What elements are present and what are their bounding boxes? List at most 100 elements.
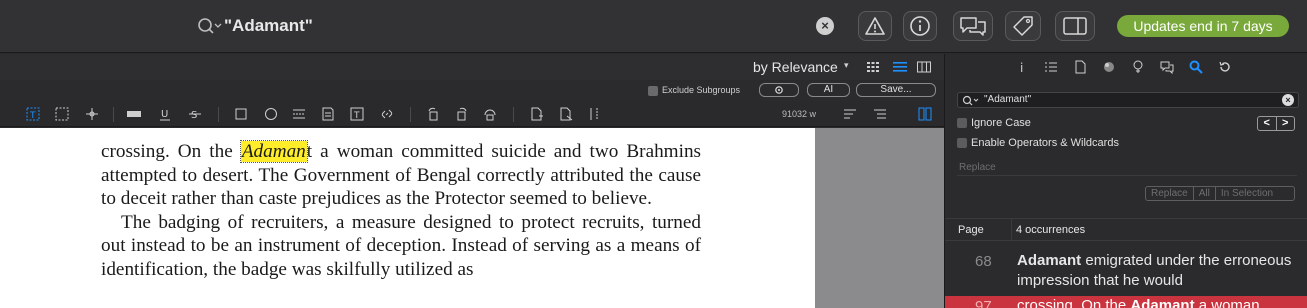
exclude-subgroups-checkbox[interactable]: [648, 86, 658, 96]
svg-text:T: T: [353, 111, 360, 121]
strikethrough-icon[interactable]: S: [188, 107, 202, 121]
rotate-right-icon[interactable]: [455, 107, 469, 121]
clear-find-button[interactable]: ×: [1282, 94, 1294, 106]
result-match: Adamant: [1130, 297, 1195, 308]
color-icon[interactable]: [1102, 60, 1116, 74]
find-navigation: < >: [1257, 116, 1295, 131]
clear-search-button[interactable]: ×: [816, 17, 834, 35]
warning-icon: [865, 17, 885, 35]
rectangle-icon[interactable]: [234, 107, 248, 121]
result-snippet: crossing. On the Adamant a woman: [1017, 296, 1299, 308]
previous-match-button[interactable]: <: [1258, 117, 1276, 130]
note-icon[interactable]: [321, 107, 335, 121]
replace-all-button[interactable]: All: [1192, 187, 1215, 200]
text-select-icon[interactable]: T: [26, 107, 40, 121]
info-icon: [910, 16, 930, 36]
result-page: 97: [975, 298, 992, 308]
operators-option[interactable]: Enable Operators & Wildcards: [957, 137, 1119, 151]
tag-icon: [1013, 16, 1033, 36]
results-header: Page 4 occurrences: [945, 218, 1307, 241]
align-icon[interactable]: [873, 107, 887, 121]
svg-text:i: i: [1020, 61, 1023, 74]
ignore-case-checkbox[interactable]: [957, 118, 967, 129]
result-row-selected[interactable]: 97 crossing. On the Adamant a woman: [945, 296, 1307, 308]
underline-icon[interactable]: U: [158, 107, 172, 121]
results-page-column: Page: [958, 224, 984, 236]
info-button[interactable]: [903, 11, 937, 41]
title-bar: "Adamant" × Updates end in 7 days: [0, 0, 1307, 53]
move-icon[interactable]: [85, 107, 99, 121]
save-search-button[interactable]: Save...: [856, 83, 936, 97]
search-icon[interactable]: [197, 16, 223, 36]
circle-icon[interactable]: [264, 107, 278, 121]
list-view-icon[interactable]: [893, 61, 907, 73]
para1-before: crossing. On the: [101, 141, 241, 162]
exclude-subgroups-label: Exclude Subgroups: [662, 85, 741, 95]
comments-icon[interactable]: [1160, 60, 1174, 74]
split-icon[interactable]: [587, 107, 601, 121]
column-divider: [1011, 219, 1012, 241]
result-snippet: Adamant emigrated under the erroneous im…: [1017, 251, 1299, 291]
para2: The badging of recruiters, a measure des…: [101, 211, 701, 280]
inspector-panel: i "Adamant" × Ignore Case < > Enable Ope…: [944, 54, 1307, 308]
flip-icon[interactable]: [483, 107, 497, 121]
toolbar-divider: [113, 107, 114, 122]
replace-button-group: Replace All In Selection: [1145, 186, 1295, 201]
lines-icon[interactable]: [292, 107, 306, 121]
result-row[interactable]: 68 Adamant emigrated under the erroneous…: [945, 251, 1307, 295]
sidebar-icon: [1063, 17, 1087, 35]
document-text[interactable]: crossing. On the Adamant a woman committ…: [101, 140, 701, 281]
textbox-icon[interactable]: T: [350, 107, 364, 121]
link-icon[interactable]: [380, 107, 394, 121]
columns-view-icon[interactable]: [917, 61, 931, 73]
result-page: 68: [975, 253, 992, 270]
page-margin: [815, 128, 944, 308]
result-context: a woman: [1194, 297, 1260, 308]
result-match: Adamant: [1017, 252, 1082, 269]
replace-in-selection-button[interactable]: In Selection: [1214, 187, 1278, 200]
toc-icon[interactable]: [1044, 60, 1058, 74]
search-settings-button[interactable]: [759, 83, 799, 97]
comments-button[interactable]: [953, 11, 993, 41]
sidebar-toggle-button[interactable]: [1055, 11, 1095, 41]
lightbulb-icon[interactable]: [1131, 60, 1145, 74]
replace-button[interactable]: Replace: [1146, 187, 1193, 200]
next-match-button[interactable]: >: [1275, 117, 1295, 130]
rotate-left-icon[interactable]: [426, 107, 440, 121]
page-layout-icon[interactable]: [918, 107, 932, 121]
history-icon[interactable]: [1218, 60, 1232, 74]
updates-badge[interactable]: Updates end in 7 days: [1117, 15, 1289, 37]
word-count: 91032 w: [782, 109, 817, 119]
toolbar-divider: [513, 107, 514, 122]
ignore-case-label: Ignore Case: [971, 117, 1031, 129]
toolbar-divider: [218, 107, 219, 122]
search-query[interactable]: "Adamant": [224, 16, 313, 36]
grid-view-icon[interactable]: [866, 61, 880, 73]
wrap-text-icon[interactable]: [843, 107, 857, 121]
search-options-bar: Exclude Subgroups AI Save...: [0, 81, 944, 101]
sort-dropdown[interactable]: by Relevance: [753, 59, 838, 75]
warning-button[interactable]: [858, 11, 892, 41]
toolbar-divider: [410, 107, 411, 122]
highlight-icon[interactable]: [127, 107, 141, 121]
search-highlight[interactable]: Adaman: [239, 140, 308, 163]
info-icon[interactable]: i: [1015, 60, 1029, 74]
rect-select-icon[interactable]: [55, 107, 69, 121]
sort-bar: by Relevance ▾: [0, 54, 944, 80]
find-input-value: "Adamant": [984, 94, 1032, 105]
ai-button[interactable]: AI: [807, 83, 850, 97]
chevron-down-icon[interactable]: ▾: [844, 60, 849, 71]
insert-page-icon[interactable]: [530, 107, 544, 121]
results-count: 4 occurrences: [1016, 224, 1086, 236]
gear-icon: [775, 86, 783, 94]
search-icon[interactable]: [1189, 60, 1203, 74]
svg-text:S: S: [191, 110, 197, 121]
operators-checkbox[interactable]: [957, 138, 967, 149]
document-icon[interactable]: [1073, 60, 1087, 74]
chat-bubbles-icon: [960, 17, 986, 36]
ignore-case-option[interactable]: Ignore Case: [957, 117, 1031, 131]
tags-button[interactable]: [1005, 11, 1041, 41]
remove-page-icon[interactable]: [559, 107, 573, 121]
find-input[interactable]: "Adamant" ×: [957, 92, 1299, 108]
replace-input[interactable]: Replace: [957, 162, 1297, 176]
